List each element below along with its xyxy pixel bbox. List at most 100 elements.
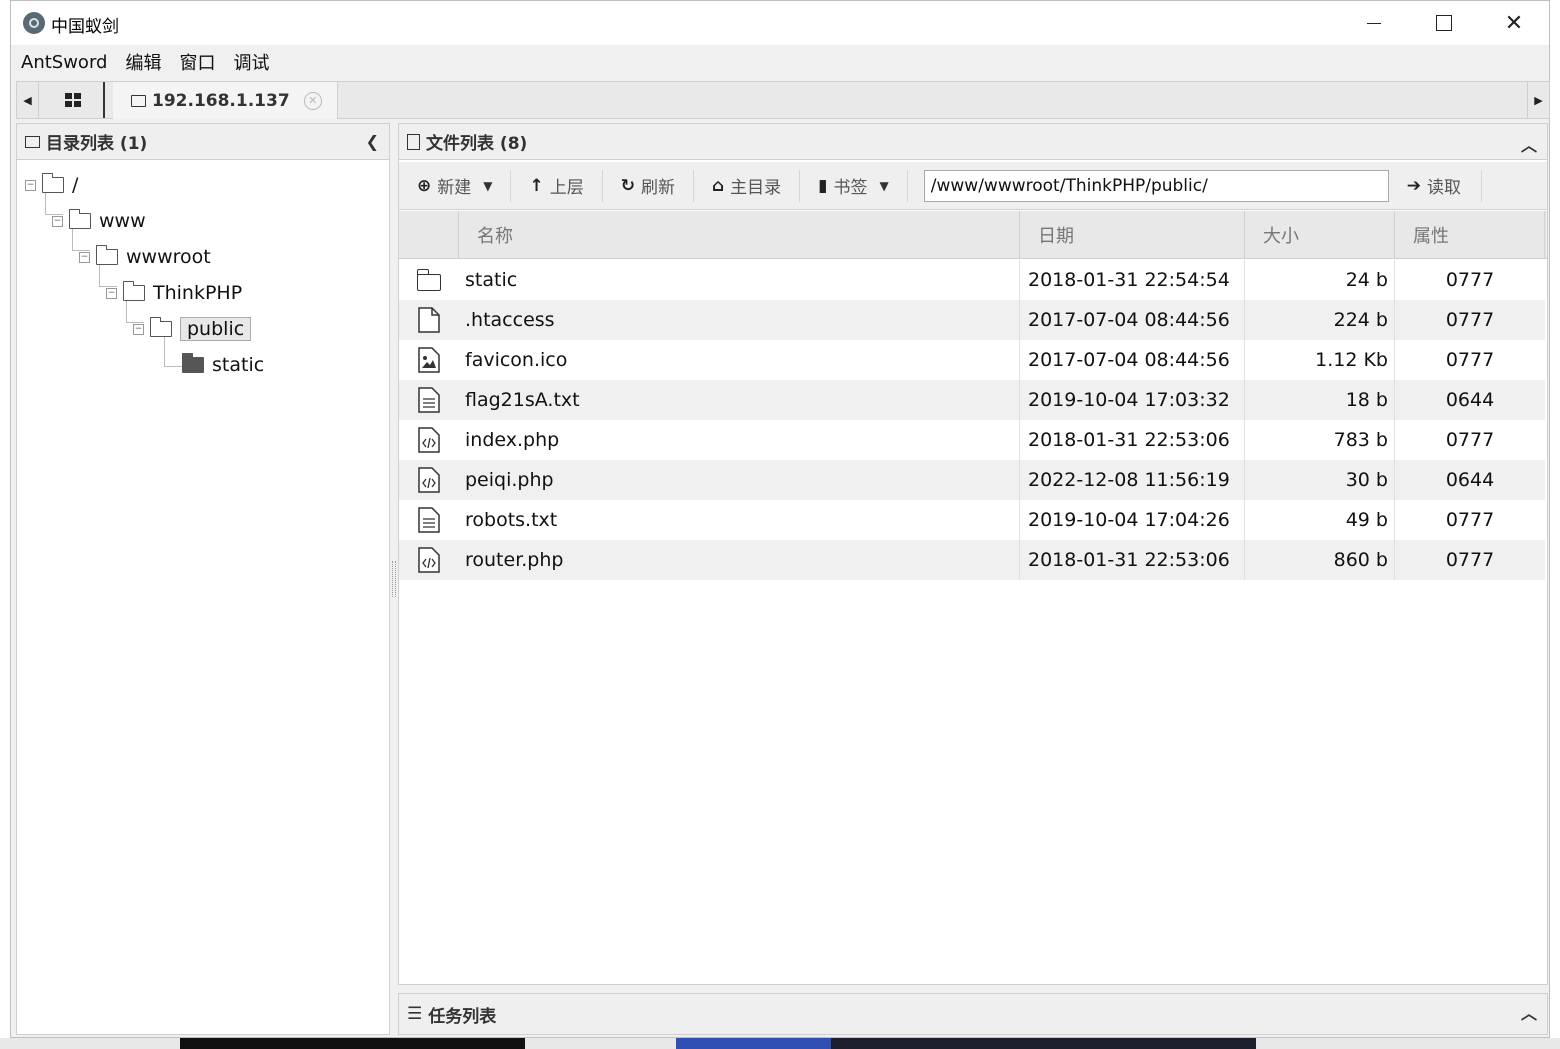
menu-item-window[interactable]: 窗口 [179,49,215,75]
path-input[interactable] [923,169,1389,202]
menu-item-debug[interactable]: 调试 [233,49,269,75]
folder-icon [41,173,64,193]
column-header-size[interactable]: 大小 [1245,211,1395,259]
file-name: robots.txt [459,500,1020,540]
file-row[interactable]: router.php 2018-01-31 22:53:06 860 b 077… [399,540,1545,580]
file-date: 2022-12-08 11:56:19 [1020,460,1245,500]
grid-icon [65,93,81,107]
folder-icon [122,281,145,301]
file-name: static [459,260,1020,300]
task-panel[interactable]: ☰ 任务列表 ︿ [398,993,1548,1035]
tab-close-icon[interactable]: ✕ [303,91,322,110]
tab-home[interactable] [43,82,105,118]
tree-node-label: / [72,174,79,196]
collapse-up-icon[interactable]: ︿ [1521,132,1537,156]
directory-panel-header: 目录列表 (1) ❮ [17,124,389,160]
antsword-window: 中国蚁剑 ✕ AntSword 编辑 窗口 调试 ◀ 192.168.1.137… [10,0,1550,1038]
file-size: 1.12 Kb [1245,340,1395,380]
file-attr: 0777 [1445,429,1495,451]
new-button[interactable]: ⊕ 新建 ▼ [399,169,512,202]
code-file-icon [418,467,440,493]
up-button[interactable]: ↑ 上层 [511,169,603,202]
file-size: 18 b [1245,380,1395,420]
file-row[interactable]: peiqi.php 2022-12-08 11:56:19 30 b 0644 [399,460,1545,500]
file-row[interactable]: static 2018-01-31 22:54:54 24 b 0777 [399,260,1545,300]
tree-collapse-icon[interactable]: − [52,215,63,227]
tab-shell-session[interactable]: 192.168.1.137 ✕ [113,82,338,119]
file-attr: 0777 [1445,269,1495,291]
file-icon [407,133,420,150]
tree-node[interactable]: − www [52,204,146,238]
up-label: 上层 [549,178,584,198]
tree-node[interactable]: static [181,348,265,382]
file-grid-header: 名称 日期 大小 属性 [399,211,1547,259]
bookmark-button[interactable]: ▮ 书签 ▼ [800,169,908,202]
folder-filled-icon [181,353,204,373]
file-row[interactable]: robots.txt 2019-10-04 17:04:26 49 b 0777 [399,500,1545,540]
panel-splitter[interactable] [392,561,396,597]
maximize-icon [1436,15,1452,31]
file-date: 2018-01-31 22:53:06 [1020,540,1245,580]
plus-circle-icon: ⊕ [417,175,432,196]
home-dir-button[interactable]: ⌂ 主目录 [694,169,801,202]
tree-collapse-icon[interactable]: − [25,179,36,191]
column-header-name[interactable]: 名称 [459,211,1020,259]
caret-down-icon: ▼ [879,178,889,193]
collapse-up-icon[interactable]: ︿ [1521,1000,1537,1024]
file-row[interactable]: flag21sA.txt 2019-10-04 17:03:32 18 b 06… [399,380,1545,420]
tree-collapse-icon[interactable]: − [79,251,90,263]
file-panel: 文件列表 (8) ︿ ⊕ 新建 ▼ ↑ 上层 ↻ 刷新 ⌂ 主目录 ▮ 书签 ▼… [398,123,1548,985]
caret-down-icon: ▼ [483,178,493,193]
maximize-button[interactable] [1409,1,1479,45]
tab-scroll-right-icon[interactable]: ▶ [1527,82,1549,118]
file-attr: 0644 [1445,469,1495,491]
close-button[interactable]: ✕ [1479,1,1549,45]
tab-scroll-left-icon[interactable]: ◀ [17,82,39,118]
tree-node[interactable]: − ThinkPHP [106,276,242,310]
file-date: 2019-10-04 17:03:32 [1020,380,1245,420]
tree-node-label: ThinkPHP [153,282,243,304]
file-panel-title: 文件列表 (8) [426,134,528,154]
file-date: 2017-07-04 08:44:56 [1020,340,1245,380]
antsword-logo-icon [23,12,45,34]
read-button[interactable]: ➔ 读取 [1406,169,1482,202]
title-bar[interactable]: 中国蚁剑 ✕ [11,1,1549,45]
minimize-button[interactable] [1339,1,1409,45]
tree-node-label: www [99,210,146,232]
menu-item-edit[interactable]: 编辑 [125,49,161,75]
file-row[interactable]: favicon.ico 2017-07-04 08:44:56 1.12 Kb … [399,340,1545,380]
tree-collapse-icon[interactable]: − [106,287,117,299]
file-attr: 0777 [1445,309,1495,331]
desktop-taskbar-segment [180,1038,525,1049]
file-date: 2019-10-04 17:04:26 [1020,500,1245,540]
tree-collapse-icon[interactable]: − [133,323,144,335]
column-header-attr[interactable]: 属性 [1395,211,1545,259]
refresh-button[interactable]: ↻ 刷新 [603,169,694,202]
tree-node-selected[interactable]: − public [133,312,252,346]
file-name: index.php [459,420,1020,460]
file-date: 2018-01-31 22:53:06 [1020,420,1245,460]
file-size: 860 b [1245,540,1395,580]
tab-label: 192.168.1.137 [152,90,290,111]
desktop-taskbar-segment [676,1038,831,1049]
column-header-date[interactable]: 日期 [1020,211,1245,259]
column-header-icon [399,211,459,259]
file-size: 783 b [1245,420,1395,460]
collapse-left-icon[interactable]: ❮ [366,132,379,151]
file-row[interactable]: .htaccess 2017-07-04 08:44:56 224 b 0777 [399,300,1545,340]
tree-node-label: static [212,354,265,376]
desktop-background [0,1038,1560,1049]
menu-item-antsword[interactable]: AntSword [21,52,107,73]
file-name: flag21sA.txt [459,380,1020,420]
arrow-up-icon: ↑ [529,175,544,196]
tree-node[interactable]: − wwwroot [79,240,211,274]
tree-node-label: public [180,317,252,341]
arrow-right-icon: ➔ [1406,175,1421,196]
code-file-icon [418,547,440,573]
tree-node[interactable]: − / [25,168,78,202]
folder-icon [25,135,40,148]
file-row[interactable]: index.php 2018-01-31 22:53:06 783 b 0777 [399,420,1545,460]
tab-bar: ◀ 192.168.1.137 ✕ ▶ [16,81,1550,119]
minimize-icon [1367,22,1381,24]
home-label: 主目录 [730,178,782,198]
